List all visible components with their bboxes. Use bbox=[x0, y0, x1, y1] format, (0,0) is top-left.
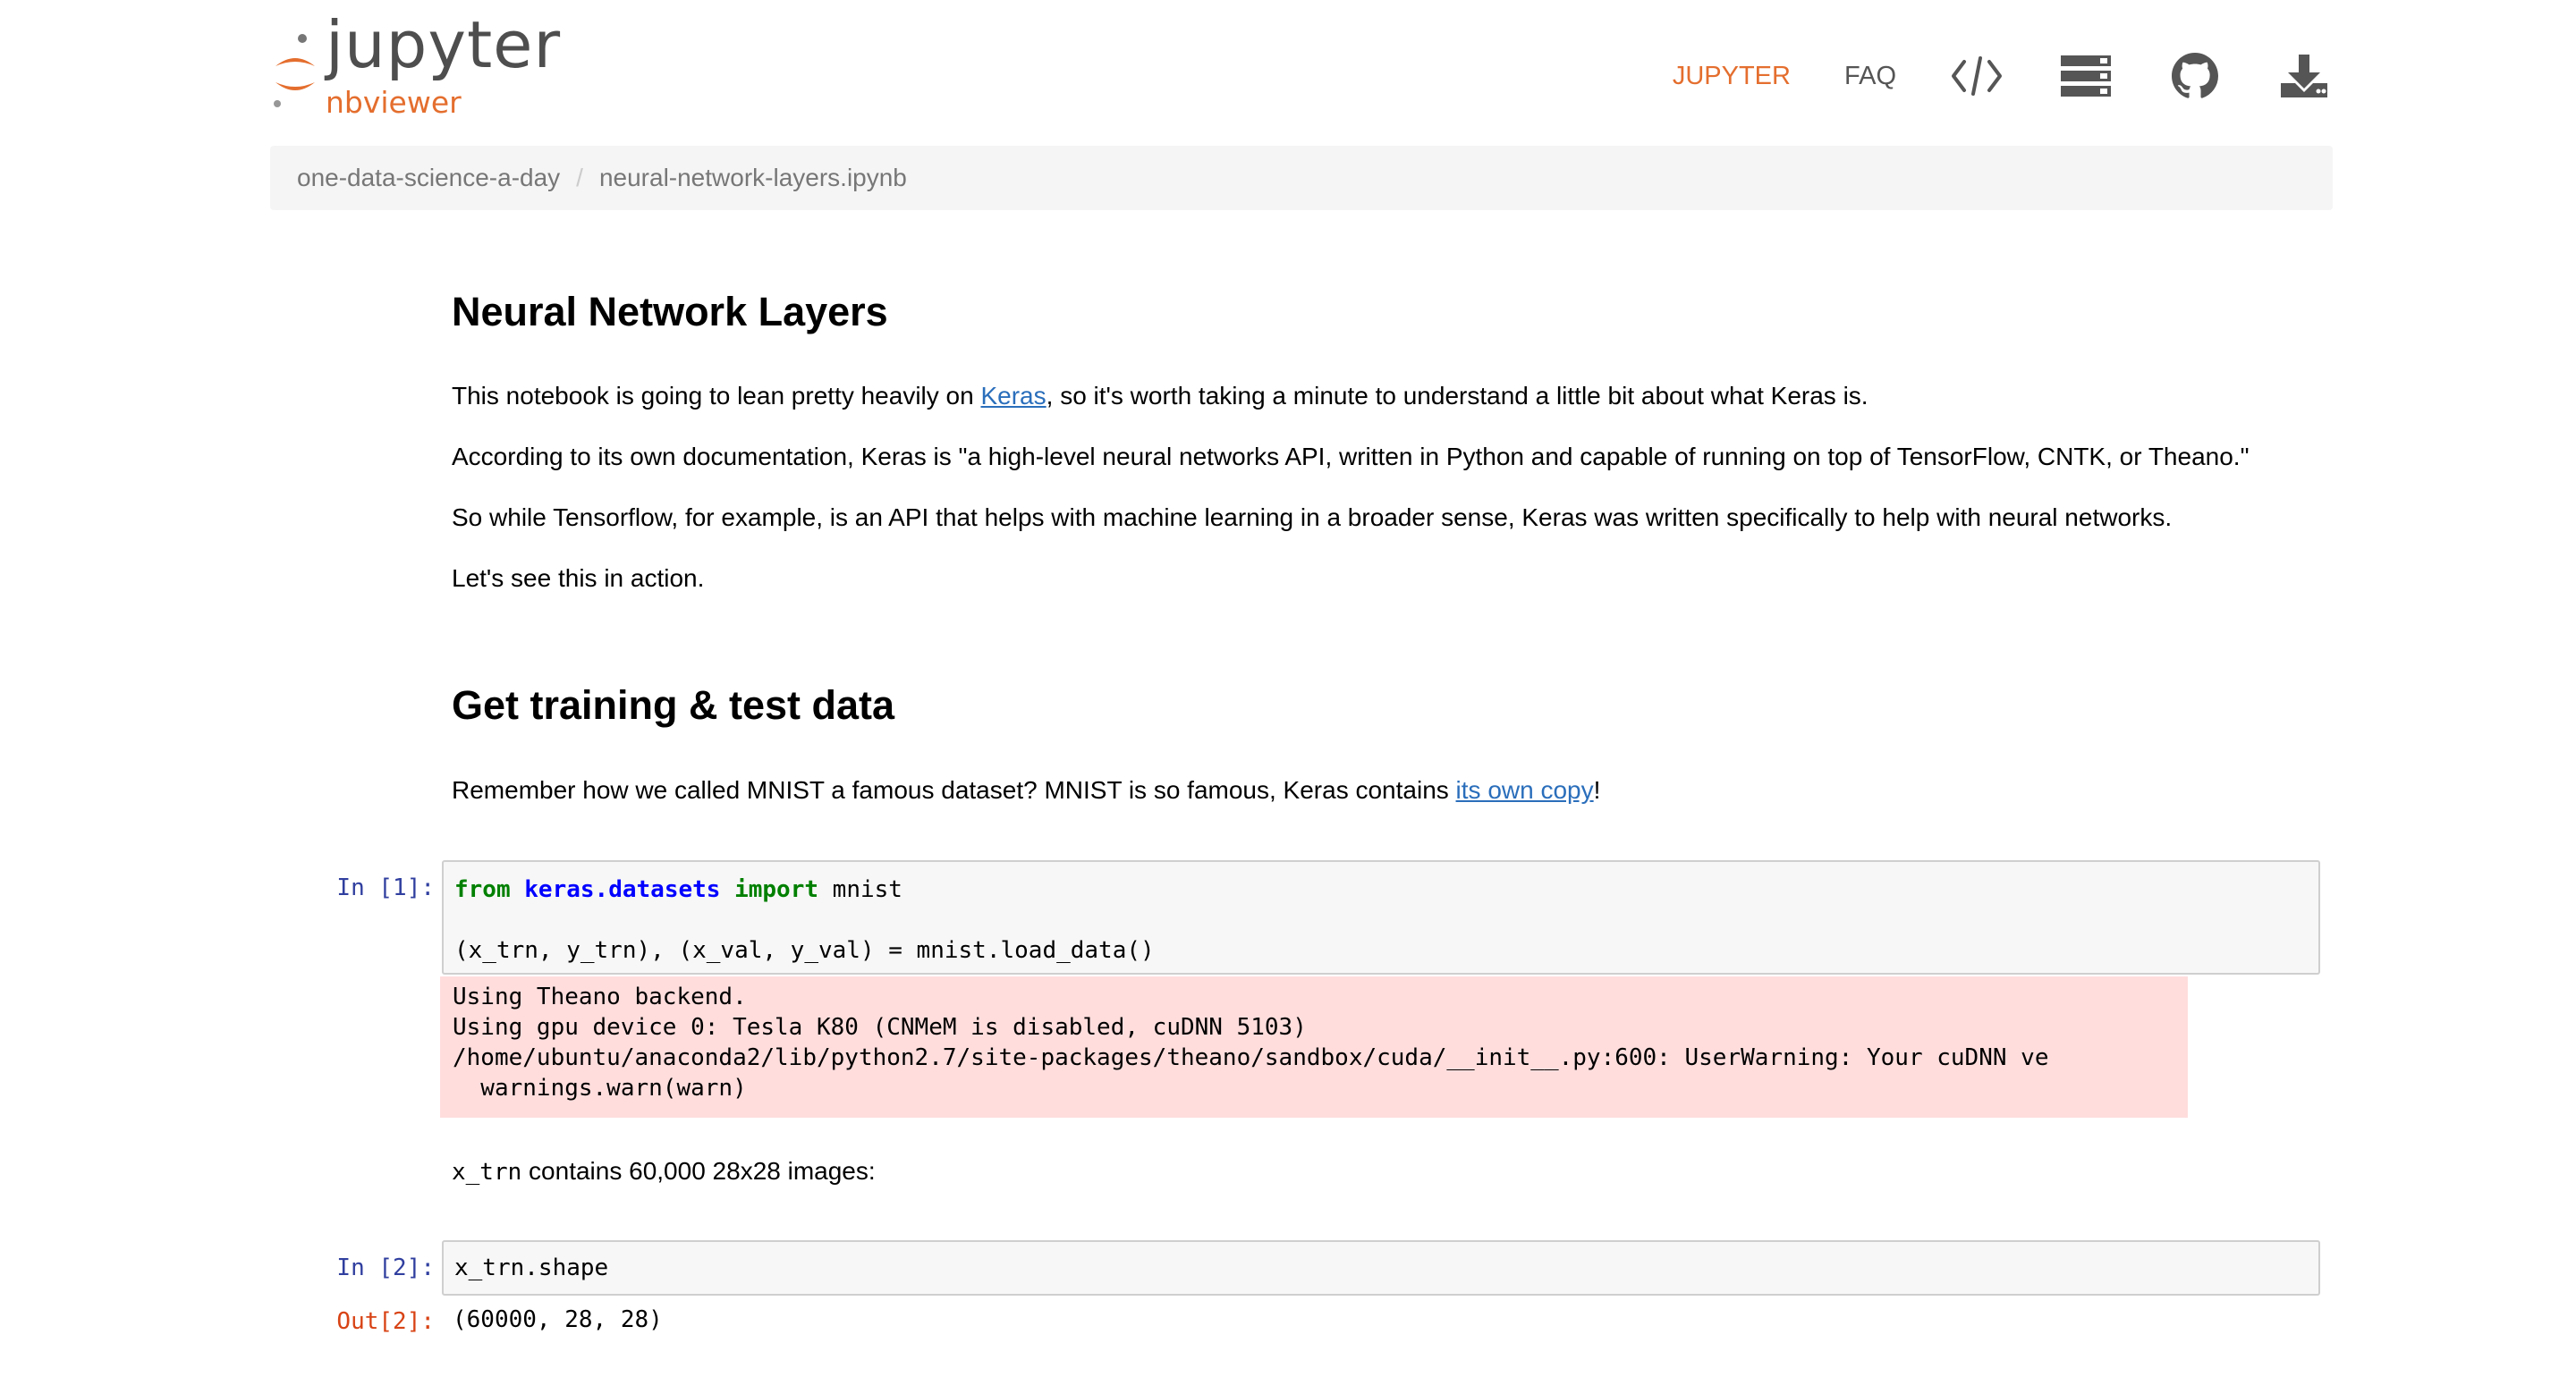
code-module: keras.datasets bbox=[524, 876, 721, 903]
its-own-copy-link[interactable]: its own copy bbox=[1456, 776, 1594, 804]
input-prompt-2: In [2]: bbox=[336, 1255, 435, 1281]
code-name: mnist bbox=[832, 876, 902, 903]
code-cell-1-input[interactable]: from keras.datasets import mnist (x_trn,… bbox=[442, 860, 2320, 975]
stderr-text: Using Theano backend. Using gpu device 0… bbox=[453, 984, 2049, 1102]
cell-2-output: (60000, 28, 28) bbox=[453, 1306, 663, 1333]
keras-link[interactable]: Keras bbox=[980, 382, 1046, 410]
paragraph-text: , so it's worth taking a minute to under… bbox=[1046, 382, 1868, 410]
paragraph-tensorflow-comparison: So while Tensorflow, for example, is an … bbox=[452, 503, 2173, 531]
paragraph-keras-intro: This notebook is going to lean pretty he… bbox=[452, 378, 2330, 413]
paragraph-text: contains 60,000 28x28 images: bbox=[521, 1157, 876, 1185]
paragraph-text: Remember how we called MNIST a famous da… bbox=[452, 776, 1456, 804]
output-prompt-2: Out[2]: bbox=[336, 1308, 435, 1335]
heading-get-training-test-data: Get training & test data bbox=[452, 682, 895, 728]
notebook: Neural Network Layers This notebook is g… bbox=[0, 0, 2576, 1377]
inline-code: x_trn bbox=[452, 1159, 522, 1186]
paragraph-text: This notebook is going to lean pretty he… bbox=[452, 382, 981, 410]
code-line: from keras.datasets import mnist bbox=[454, 874, 902, 905]
code-keyword: from bbox=[454, 876, 511, 903]
input-prompt-1: In [1]: bbox=[336, 874, 435, 901]
stderr-output-1: Using Theano backend. Using gpu device 0… bbox=[440, 976, 2188, 1118]
code-cell-2-input[interactable]: x_trn.shape bbox=[442, 1240, 2320, 1296]
paragraph-mnist-famous: Remember how we called MNIST a famous da… bbox=[452, 773, 2330, 807]
code-line: x_trn.shape bbox=[454, 1255, 609, 1281]
paragraph-keras-docs-quote: According to its own documentation, Kera… bbox=[452, 443, 2250, 470]
page: jupyter nbviewer JUPYTER FAQ one-data-sc… bbox=[0, 0, 2576, 1377]
code-keyword: import bbox=[734, 876, 819, 903]
paragraph-see-in-action: Let's see this in action. bbox=[452, 564, 705, 592]
paragraph-x-trn-contains: x_trn contains 60,000 28x28 images: bbox=[452, 1153, 2330, 1188]
heading-neural-network-layers: Neural Network Layers bbox=[452, 289, 888, 334]
code-line: (x_trn, y_trn), (x_val, y_val) = mnist.l… bbox=[454, 937, 1155, 964]
paragraph-text: ! bbox=[1593, 776, 1601, 804]
